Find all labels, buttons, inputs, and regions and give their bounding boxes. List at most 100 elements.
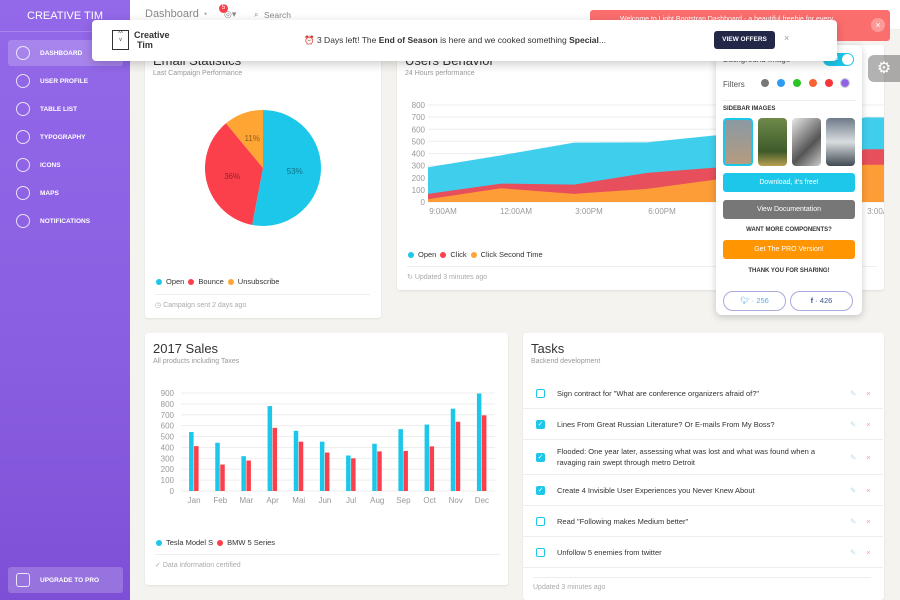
x-tick-label: Jun	[318, 496, 331, 505]
bar-apr-0	[267, 406, 273, 491]
filter-color-0[interactable]	[761, 79, 769, 87]
y-tick-label: 600	[412, 125, 426, 134]
sidebar-image-2[interactable]	[758, 118, 787, 166]
task-checkbox[interactable]	[536, 516, 545, 526]
remove-icon[interactable]: ×	[866, 389, 870, 398]
get-pro-button[interactable]: Get The PRO Version!	[723, 240, 855, 259]
task-checkbox[interactable]: ✓	[536, 452, 545, 462]
edit-icon[interactable]: ✎	[850, 517, 856, 526]
task-row: Sign contract for "What are conference o…	[523, 378, 883, 409]
task-checkbox[interactable]	[536, 547, 545, 557]
bar-mai-1	[298, 441, 304, 491]
legend-bounce: Bounce	[198, 277, 224, 286]
user-icon	[16, 74, 30, 88]
task-row: Read "Following makes Medium better" ✎ ×	[523, 506, 883, 537]
search-icon[interactable]: ⌕	[254, 10, 258, 20]
view-offers-button[interactable]: VIEW OFFERS	[714, 31, 775, 49]
sidebar-item-label: ICONS	[40, 161, 61, 169]
y-tick-label: 500	[161, 433, 175, 442]
sidebar-item-label: TYPOGRAPHY	[40, 133, 86, 141]
bar-mar-1	[246, 460, 251, 491]
x-tick-label: Jul	[346, 496, 356, 505]
remove-icon[interactable]: ×	[866, 517, 870, 526]
bar-mar-0	[241, 456, 246, 491]
task-checkbox[interactable]: ✓	[536, 485, 545, 495]
edit-icon[interactable]: ✎	[850, 453, 856, 462]
legend-tesla: Tesla Model S	[166, 538, 214, 547]
document-icon	[16, 130, 30, 144]
bar-feb-0	[215, 442, 220, 491]
x-tick-label: Nov	[449, 496, 463, 505]
task-row: Unfollow 5 enemies from twitter ✎ ×	[523, 537, 883, 568]
pie-label: 11%	[244, 134, 259, 143]
legend-dot-click	[440, 251, 447, 258]
legend-dot-click-second	[470, 251, 477, 258]
pie-label: 53%	[287, 167, 303, 176]
task-row: ✓ Create 4 Invisible User Experiences you…	[523, 475, 883, 506]
facebook-share-button[interactable]: f · 426	[790, 291, 853, 311]
remove-icon[interactable]: ×	[866, 486, 870, 495]
filter-color-2[interactable]	[793, 79, 801, 87]
search-link[interactable]: Search	[264, 10, 291, 20]
sidebar-item-table-list[interactable]: TABLE LIST	[8, 96, 123, 122]
settings-gear-icon[interactable]: ⚙	[868, 55, 900, 82]
edit-icon[interactable]: ✎	[850, 548, 856, 557]
dashboard-icon[interactable]: ◔	[202, 9, 207, 19]
x-tick-label: Sep	[396, 496, 411, 505]
tasks-card: Tasks Backend development Sign contract …	[523, 333, 884, 600]
upgrade-to-pro-button[interactable]: UPGRADE TO PRO	[8, 567, 123, 593]
filter-color-3[interactable]	[809, 79, 817, 87]
y-tick-label: 600	[161, 422, 175, 431]
bar-nov-1	[455, 421, 461, 491]
filter-color-5[interactable]	[840, 78, 850, 88]
task-text: Read "Following makes Medium better"	[557, 516, 689, 526]
bar-dec-1	[481, 415, 487, 491]
sidebar-item-user-profile[interactable]: USER PROFILE	[8, 68, 123, 94]
page-title[interactable]: Dashboard	[145, 8, 199, 20]
notification-badge: 5	[219, 4, 228, 13]
filter-color-1[interactable]	[777, 79, 785, 87]
x-tick-label: Feb	[213, 496, 227, 505]
sidebar-item-maps[interactable]: MAPS	[8, 180, 123, 206]
email-statistics-card: Email Statistics Last Campaign Performan…	[145, 45, 381, 318]
remove-icon[interactable]: ×	[866, 548, 870, 557]
remove-icon[interactable]: ×	[866, 420, 870, 429]
y-tick-label: 700	[412, 113, 426, 122]
task-checkbox[interactable]	[536, 388, 545, 398]
view-documentation-button[interactable]: View Documentation	[723, 200, 855, 219]
sidebar-image-4[interactable]	[826, 118, 855, 166]
alert-close-icon[interactable]: ×	[871, 18, 885, 32]
edit-icon[interactable]: ✎	[850, 389, 856, 398]
edit-icon[interactable]: ✎	[850, 420, 856, 429]
legend-click-second: Click Second Time	[480, 250, 543, 259]
y-tick-label: 400	[412, 150, 426, 159]
task-checkbox[interactable]: ✓	[536, 419, 545, 429]
sidebar: CREATIVE TIM DASHBOARD USER PROFILE TABLE …	[0, 0, 130, 600]
sidebar-item-typography[interactable]: TYPOGRAPHY	[8, 124, 123, 150]
y-tick-label: 900	[161, 389, 175, 398]
sidebar-item-icons[interactable]: ICONS	[8, 152, 123, 178]
bar-jul-1	[351, 458, 356, 491]
bar-dec-0	[476, 393, 482, 491]
filter-color-4[interactable]	[825, 79, 833, 87]
y-tick-label: 0	[421, 198, 426, 207]
footer-text: Updated 3 minutes ago	[414, 274, 488, 281]
x-tick-label: Oct	[423, 496, 436, 505]
x-tick-label: Aug	[370, 496, 384, 505]
bar-legend: Tesla Model S BMW 5 Series	[156, 538, 275, 547]
sidebar-item-notifications[interactable]: NOTIFICATIONS	[8, 208, 123, 234]
y-tick-label: 500	[412, 137, 426, 146]
legend-dot-bmw	[217, 539, 224, 546]
remove-icon[interactable]: ×	[866, 453, 870, 462]
sidebar-images-title: SIDEBAR IMAGES	[723, 106, 776, 112]
x-tick-label: 12:00AM	[500, 207, 532, 216]
download-button[interactable]: Download, it's free!	[723, 173, 855, 192]
sidebar-item-label: MAPS	[40, 189, 59, 197]
bar-feb-1	[220, 464, 225, 491]
sidebar-image-1[interactable]	[723, 118, 753, 166]
edit-icon[interactable]: ✎	[850, 486, 856, 495]
sidebar-image-3[interactable]	[792, 118, 821, 166]
twitter-share-button[interactable]: 🐦︎ · 256	[723, 291, 786, 311]
promo-close-icon[interactable]: ×	[784, 33, 789, 43]
bar-apr-1	[272, 427, 278, 491]
